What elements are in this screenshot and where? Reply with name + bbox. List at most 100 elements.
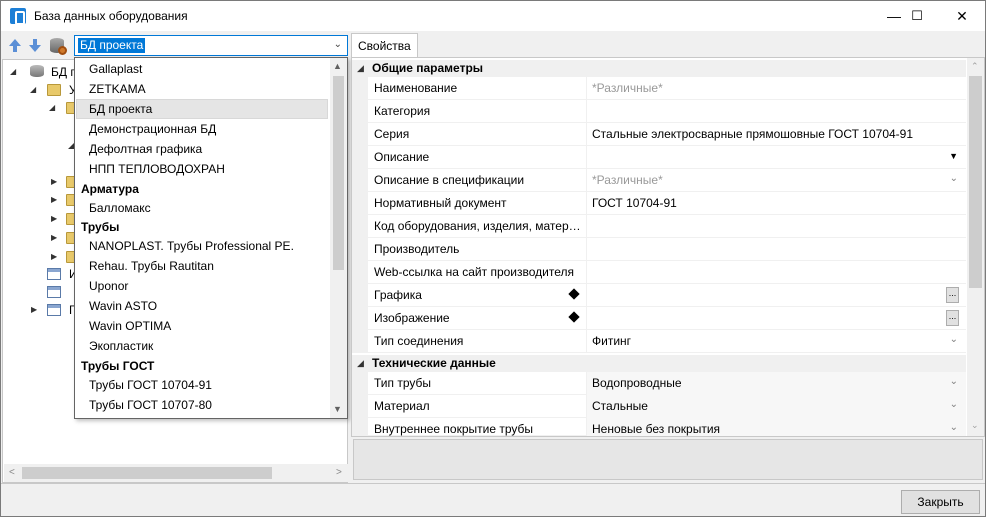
property-name: Материал bbox=[374, 399, 430, 413]
move-down-icon[interactable] bbox=[28, 39, 42, 53]
folder-icon bbox=[47, 84, 61, 96]
collapse-arrow-icon[interactable]: ▶ bbox=[51, 195, 57, 204]
scroll-down-icon[interactable]: ▼ bbox=[333, 404, 342, 414]
expand-arrow-icon[interactable]: ◢ bbox=[49, 103, 55, 112]
collapse-arrow-icon[interactable]: ▶ bbox=[51, 177, 57, 186]
property-row[interactable]: Нормативный документ ГОСТ 10704-91 bbox=[352, 192, 966, 215]
dropdown-group-header: Трубы ГОСТ bbox=[81, 359, 155, 373]
property-value[interactable]: *Различные* bbox=[586, 169, 966, 192]
collapse-arrow-icon[interactable]: ▶ bbox=[51, 214, 57, 223]
equipment-database-window: База данных оборудования — ☐ ✕ БД проект… bbox=[0, 0, 986, 517]
property-name: Код оборудования, изделия, материала bbox=[374, 219, 586, 233]
property-row[interactable]: Тип трубы Водопроводные ⌄ bbox=[352, 372, 966, 395]
collapse-arrow-icon[interactable]: ◢ bbox=[357, 63, 364, 74]
category-label: Общие параметры bbox=[372, 61, 484, 75]
tree-horizontal-scrollbar[interactable]: < > bbox=[4, 464, 348, 482]
chevron-down-icon[interactable]: ⌄ bbox=[950, 334, 958, 345]
table-icon bbox=[47, 286, 61, 298]
tab-properties[interactable]: Свойства bbox=[351, 33, 418, 58]
ellipsis-button[interactable]: ... bbox=[946, 287, 959, 303]
close-button[interactable]: Закрыть bbox=[901, 490, 980, 514]
dropdown-item[interactable]: Wavin ASTO bbox=[76, 296, 328, 316]
property-name: Наименование bbox=[374, 81, 458, 95]
scroll-right-icon[interactable]: > bbox=[336, 467, 342, 478]
property-row[interactable]: Описание ▼ bbox=[352, 146, 966, 169]
collapse-arrow-icon[interactable]: ◢ bbox=[357, 358, 364, 369]
property-value[interactable]: Стальные bbox=[586, 395, 966, 418]
dropdown-item[interactable]: НПП ТЕПЛОВОДОХРАН bbox=[76, 159, 328, 179]
property-value[interactable] bbox=[586, 284, 966, 307]
property-row[interactable]: Производитель bbox=[352, 238, 966, 261]
property-row[interactable]: Код оборудования, изделия, материала bbox=[352, 215, 966, 238]
property-value[interactable] bbox=[586, 307, 966, 330]
property-row[interactable]: Наименование *Различные* bbox=[352, 77, 966, 100]
property-value[interactable] bbox=[586, 215, 966, 238]
chevron-down-icon[interactable]: ⌄ bbox=[334, 39, 342, 50]
dropdown-item[interactable]: Экопластик bbox=[76, 336, 328, 356]
dropdown-item[interactable]: Балломакс bbox=[76, 198, 328, 218]
property-value[interactable]: *Различные* bbox=[586, 77, 966, 100]
property-category[interactable]: ◢ Общие параметры bbox=[352, 60, 966, 77]
property-row[interactable]: Изображение ... bbox=[352, 307, 966, 330]
property-row[interactable]: Категория bbox=[352, 100, 966, 123]
property-row[interactable]: Материал Стальные ⌄ bbox=[352, 395, 966, 418]
property-row[interactable]: Серия Стальные электросварные прямошовны… bbox=[352, 123, 966, 146]
dropdown-item[interactable]: ZETKAMA bbox=[76, 79, 328, 99]
property-row[interactable]: Web-ссылка на сайт производителя bbox=[352, 261, 966, 284]
property-vertical-scrollbar[interactable]: ⌃ ⌄ bbox=[967, 58, 984, 436]
property-row[interactable]: Графика ... bbox=[352, 284, 966, 307]
chevron-down-icon[interactable]: ⌄ bbox=[950, 173, 958, 184]
close-window-button[interactable]: ✕ bbox=[939, 1, 985, 31]
scroll-up-icon[interactable]: ▲ bbox=[333, 61, 342, 71]
dropdown-item[interactable]: Дефолтная графика bbox=[76, 139, 328, 159]
dropdown-arrow-icon[interactable]: ▼ bbox=[949, 151, 958, 161]
scroll-left-icon[interactable]: < bbox=[9, 467, 15, 478]
scroll-up-icon[interactable]: ⌃ bbox=[971, 61, 979, 72]
property-name: Тип трубы bbox=[374, 376, 432, 390]
property-value[interactable] bbox=[586, 146, 966, 169]
property-row[interactable]: Тип соединения Фитинг ⌄ bbox=[352, 330, 966, 353]
scroll-down-icon[interactable]: ⌄ bbox=[971, 420, 979, 431]
database-combo[interactable]: БД проекта ⌄ bbox=[74, 35, 348, 56]
collapse-arrow-icon[interactable]: ▶ bbox=[31, 305, 37, 314]
expand-arrow-icon[interactable]: ◢ bbox=[30, 85, 36, 94]
dropdown-item[interactable]: Трубы ГОСТ 10704-91 bbox=[76, 375, 328, 395]
property-value[interactable]: ГОСТ 10704-91 bbox=[586, 192, 966, 215]
ellipsis-button[interactable]: ... bbox=[946, 310, 959, 326]
dropdown-item[interactable]: NANOPLAST. Трубы Professional PE. bbox=[76, 236, 328, 256]
dropdown-item[interactable]: Rehau. Трубы Rautitan bbox=[76, 256, 328, 276]
chevron-down-icon[interactable]: ⌄ bbox=[950, 399, 958, 410]
property-value[interactable] bbox=[586, 261, 966, 284]
dropdown-item[interactable]: Трубы ГОСТ 10707-80 bbox=[76, 395, 328, 415]
property-category[interactable]: ◢ Технические данные bbox=[352, 355, 966, 372]
chevron-down-icon[interactable]: ⌄ bbox=[950, 376, 958, 387]
chevron-down-icon[interactable]: ⌄ bbox=[950, 422, 958, 433]
app-icon bbox=[10, 8, 26, 25]
dropdown-scrollbar[interactable]: ▲ ▼ bbox=[330, 58, 347, 418]
property-name: Описание bbox=[374, 150, 430, 164]
property-value[interactable]: Фитинг bbox=[586, 330, 966, 353]
database-settings-icon[interactable] bbox=[50, 38, 67, 55]
dropdown-item[interactable]: Gallaplast bbox=[76, 59, 328, 79]
dropdown-item[interactable]: Демонстрационная БД bbox=[76, 119, 328, 139]
property-row[interactable]: Описание в спецификации *Различные* ⌄ bbox=[352, 169, 966, 192]
dropdown-group-header: Трубы bbox=[81, 220, 120, 234]
property-value[interactable]: Стальные электросварные прямошовные ГОСТ… bbox=[586, 123, 966, 146]
dropdown-item[interactable]: Wavin OPTIMA bbox=[76, 316, 328, 336]
maximize-button[interactable]: ☐ bbox=[894, 1, 940, 31]
expand-arrow-icon[interactable]: ◢ bbox=[10, 67, 16, 76]
property-value[interactable]: Водопроводные bbox=[586, 372, 966, 395]
dropdown-item-selected[interactable]: БД проекта bbox=[76, 99, 328, 119]
property-name: Тип соединения bbox=[374, 334, 464, 348]
collapse-arrow-icon[interactable]: ▶ bbox=[51, 252, 57, 261]
scrollbar-thumb[interactable] bbox=[969, 76, 982, 288]
property-row[interactable]: Внутреннее покрытие трубы Неновые без по… bbox=[352, 418, 966, 436]
property-value[interactable]: Неновые без покрытия bbox=[586, 418, 966, 436]
property-value[interactable] bbox=[586, 238, 966, 261]
scrollbar-thumb[interactable] bbox=[22, 467, 272, 479]
property-value[interactable] bbox=[586, 100, 966, 123]
move-up-icon[interactable] bbox=[8, 39, 22, 53]
collapse-arrow-icon[interactable]: ▶ bbox=[51, 233, 57, 242]
dropdown-item[interactable]: Uponor bbox=[76, 276, 328, 296]
scrollbar-thumb[interactable] bbox=[333, 76, 344, 270]
